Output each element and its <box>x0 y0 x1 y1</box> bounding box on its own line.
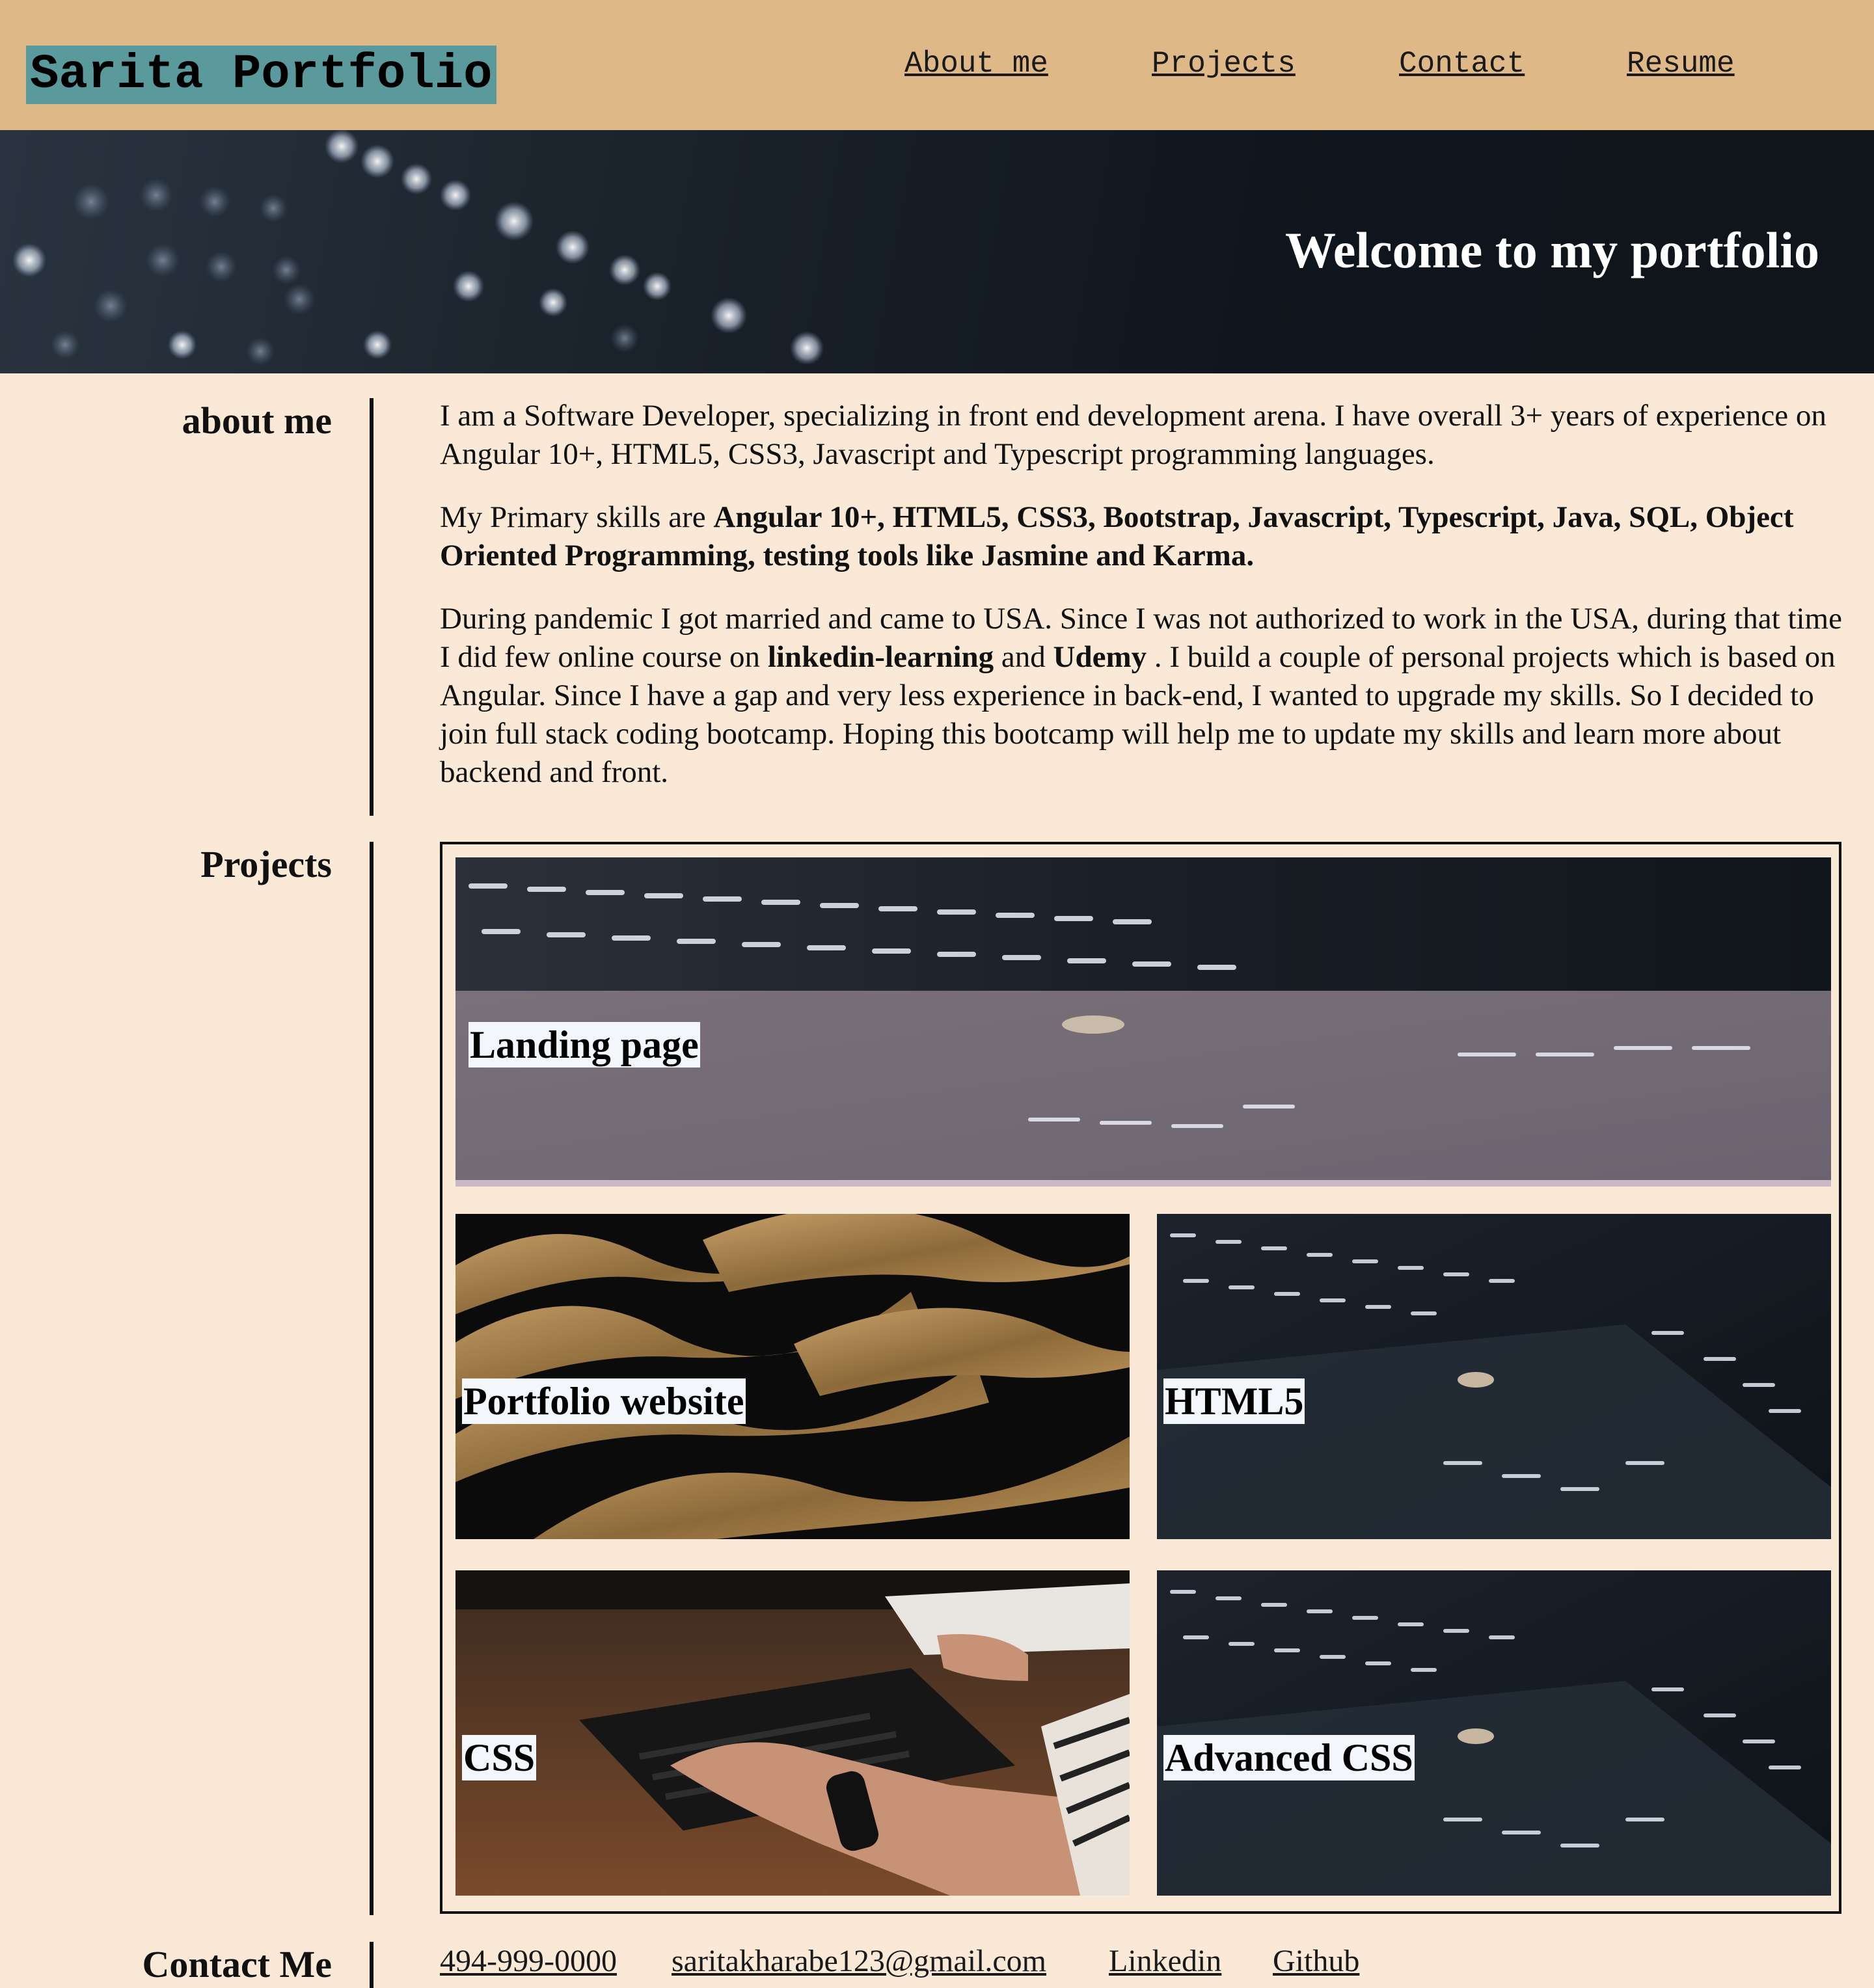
project-title-html5: HTML5 <box>1163 1378 1305 1424</box>
projects-grid: Landing page Portfolio website HTML5 CSS… <box>440 842 1841 1914</box>
nav-link-resume[interactable]: Resume <box>1627 44 1735 83</box>
project-card-css[interactable]: CSS <box>455 1570 1130 1896</box>
site-brand: Sarita Portfolio <box>26 46 496 104</box>
laptop-keyboard-image <box>1157 1570 1831 1896</box>
about-paragraph-3: During pandemic I got married and came t… <box>440 600 1852 792</box>
nav-link-about[interactable]: About me <box>904 44 1048 83</box>
about-heading: about me <box>182 399 332 442</box>
contact-heading: Contact Me <box>142 1943 332 1985</box>
about-p3-text-b: and <box>994 640 1053 674</box>
project-card-html5[interactable]: HTML5 <box>1157 1214 1831 1539</box>
project-title-portfolio-website: Portfolio website <box>462 1378 746 1424</box>
nav-link-projects[interactable]: Projects <box>1152 44 1296 83</box>
contact-divider <box>370 1942 373 1988</box>
project-title-advanced-css: Advanced CSS <box>1163 1735 1415 1780</box>
nav-link-contact[interactable]: Contact <box>1399 44 1525 83</box>
project-card-portfolio-website[interactable]: Portfolio website <box>455 1214 1130 1539</box>
project-card-landing-page[interactable]: Landing page <box>455 857 1831 1187</box>
laptop-keyboard-image <box>1157 1214 1831 1539</box>
contact-phone-link[interactable]: 494-999-0000 <box>440 1942 617 1981</box>
site-header: Sarita Portfolio About me Projects Conta… <box>0 0 1874 130</box>
project-card-advanced-css[interactable]: Advanced CSS <box>1157 1570 1831 1896</box>
project-title-css: CSS <box>462 1735 537 1780</box>
about-paragraph-1: I am a Software Developer, specializing … <box>440 399 1826 471</box>
linkedin-link[interactable]: Linkedin <box>1109 1942 1221 1981</box>
gold-waves-image <box>455 1214 1130 1539</box>
about-text: I am a Software Developer, specializing … <box>440 397 1852 816</box>
skills-intro: My Primary skills are <box>440 500 714 534</box>
projects-heading: Projects <box>200 843 332 885</box>
about-divider <box>370 398 373 816</box>
desk-typing-image <box>455 1570 1130 1896</box>
project-title-landing-page: Landing page <box>468 1022 700 1068</box>
github-link[interactable]: Github <box>1273 1942 1359 1981</box>
projects-divider <box>370 842 373 1915</box>
hero-title: Welcome to my portfolio <box>1285 222 1819 278</box>
contact-email-link[interactable]: saritakharabe123@gmail.com <box>672 1942 1046 1981</box>
linkedin-learning-text: linkedin-learning <box>767 640 994 674</box>
about-paragraph-2: My Primary skills are Angular 10+, HTML5… <box>440 498 1852 575</box>
udemy-text: Udemy <box>1053 640 1147 674</box>
hero-banner: Welcome to my portfolio <box>0 130 1874 373</box>
